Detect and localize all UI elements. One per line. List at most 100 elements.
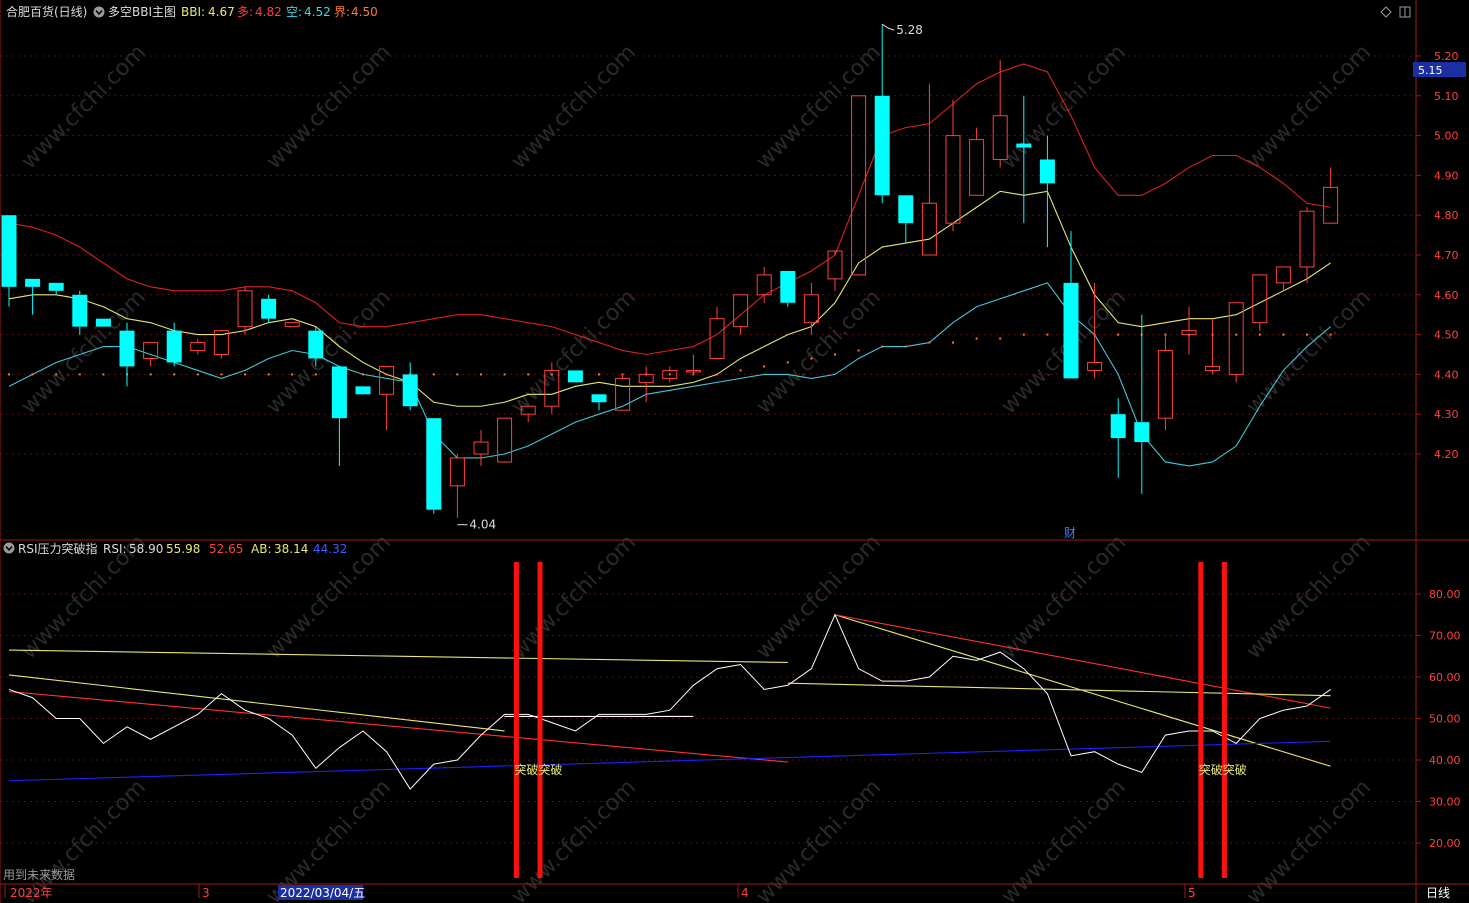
breakout-bar bbox=[1198, 562, 1204, 878]
low-value: 4.04 bbox=[469, 518, 496, 532]
jie-dot bbox=[1235, 333, 1238, 336]
window-icon[interactable] bbox=[1399, 6, 1411, 18]
price-tick-label: 4.80 bbox=[1434, 209, 1459, 222]
candle-body bbox=[284, 322, 300, 328]
candle-body bbox=[921, 202, 937, 256]
watermark-text: www.cfchi.com bbox=[997, 530, 1131, 664]
candle-body bbox=[638, 373, 654, 383]
candle bbox=[426, 418, 442, 514]
candle-body bbox=[261, 298, 277, 319]
jie-dot bbox=[881, 345, 884, 348]
rsi-value-2: 55.98 bbox=[166, 542, 200, 556]
candle bbox=[48, 282, 64, 295]
time-label-march: 3 bbox=[202, 886, 210, 900]
kong-value: 4.52 bbox=[304, 5, 331, 19]
stock-title: 合肥百货(日线) bbox=[6, 4, 87, 19]
candle bbox=[898, 195, 914, 244]
jie-dot bbox=[173, 373, 176, 376]
candle-body bbox=[1, 215, 17, 287]
jie-dot bbox=[834, 353, 836, 356]
diamond-icon[interactable] bbox=[1380, 6, 1392, 18]
price-chart bbox=[1, 24, 1339, 518]
period-button[interactable]: 日线 bbox=[1426, 886, 1450, 900]
watermark-text: www.cfchi.com bbox=[507, 285, 641, 419]
jie-dot bbox=[1117, 333, 1120, 336]
rsi-label: RSI: bbox=[103, 542, 127, 556]
jie-dot bbox=[857, 349, 860, 352]
jie-dot bbox=[8, 373, 10, 376]
time-label-april: 4 bbox=[741, 886, 749, 900]
candle bbox=[851, 95, 867, 276]
jie-dot bbox=[1022, 333, 1025, 336]
candle-body bbox=[426, 418, 442, 510]
candle bbox=[1299, 207, 1315, 283]
jie-dot bbox=[1282, 333, 1285, 336]
jie-dot bbox=[1306, 333, 1308, 336]
watermark-text: www.cfchi.com bbox=[997, 40, 1131, 174]
candle-body bbox=[945, 135, 961, 224]
rsi-tick-label: 20.00 bbox=[1429, 837, 1461, 850]
jie-dot bbox=[810, 357, 813, 360]
rsi-value: 58.90 bbox=[129, 542, 163, 556]
price-tick-label: 4.50 bbox=[1434, 329, 1459, 342]
trend-line bbox=[787, 682, 1331, 697]
jie-value: 4.50 bbox=[351, 5, 378, 19]
price-tick-label: 5.20 bbox=[1434, 50, 1459, 63]
high-annotation: 5.28 bbox=[881, 23, 923, 37]
jie-dot bbox=[267, 373, 270, 376]
ab-label: AB: bbox=[251, 542, 271, 556]
watermark-text: www.cfchi.com bbox=[507, 40, 641, 174]
jie-dot bbox=[220, 373, 223, 376]
jie-dot bbox=[314, 373, 317, 376]
time-label-year: 2022年 bbox=[10, 886, 53, 900]
price-tick-label: 4.20 bbox=[1434, 448, 1459, 461]
candle-body bbox=[25, 278, 41, 287]
jie-dot bbox=[550, 373, 553, 376]
candle-body bbox=[969, 139, 985, 196]
bbi-value: 4.67 bbox=[208, 5, 235, 19]
high-value: 5.28 bbox=[896, 23, 923, 37]
price-tick-label: 4.70 bbox=[1434, 249, 1459, 262]
candle bbox=[331, 366, 347, 466]
candle-body bbox=[331, 366, 347, 419]
price-tick-label: 4.60 bbox=[1434, 289, 1459, 302]
candle bbox=[449, 454, 465, 518]
jie-dot bbox=[668, 373, 671, 376]
rsi-header: RSI压力突破指 RSI: 58.90 55.98 52.65 AB: 38.1… bbox=[3, 541, 347, 556]
candle-body bbox=[1205, 365, 1221, 371]
candle bbox=[473, 430, 489, 466]
candle-body bbox=[48, 282, 64, 291]
jie-label: 界: bbox=[334, 5, 350, 19]
rsi-tick-label: 40.00 bbox=[1429, 754, 1461, 767]
candle bbox=[402, 362, 418, 411]
candle-body bbox=[1039, 159, 1055, 184]
candle bbox=[921, 83, 937, 256]
rsi-indicator-name: RSI压力突破指 bbox=[18, 541, 98, 556]
candle-body bbox=[72, 294, 88, 327]
candle bbox=[355, 386, 371, 395]
candle-body bbox=[473, 441, 489, 455]
candle-body bbox=[1087, 361, 1103, 371]
jie-dot bbox=[928, 341, 931, 344]
price-tick-label: 4.30 bbox=[1434, 408, 1459, 421]
jie-dot bbox=[102, 373, 105, 376]
candle bbox=[591, 394, 607, 411]
jie-dot bbox=[244, 373, 246, 376]
candle-body bbox=[591, 394, 607, 403]
candle-body bbox=[1110, 414, 1126, 439]
candle bbox=[615, 374, 631, 411]
candle bbox=[1275, 266, 1291, 291]
candle-body bbox=[898, 195, 914, 224]
rsi-toggle-icon[interactable] bbox=[3, 542, 15, 554]
trend-line bbox=[8, 649, 788, 664]
duo-value: 4.82 bbox=[255, 5, 282, 19]
breakout-label: 突破突破 bbox=[1199, 762, 1247, 777]
low-annotation: 4.04 bbox=[457, 518, 496, 532]
upper-band-line bbox=[8, 63, 1331, 356]
indicator-toggle-icon[interactable] bbox=[93, 6, 105, 18]
jie-dot bbox=[716, 373, 718, 376]
candle bbox=[756, 266, 772, 303]
future-data-note: 用到未来数据 bbox=[3, 867, 75, 882]
rsi-tick-label: 30.00 bbox=[1429, 796, 1461, 809]
candle bbox=[497, 417, 513, 463]
